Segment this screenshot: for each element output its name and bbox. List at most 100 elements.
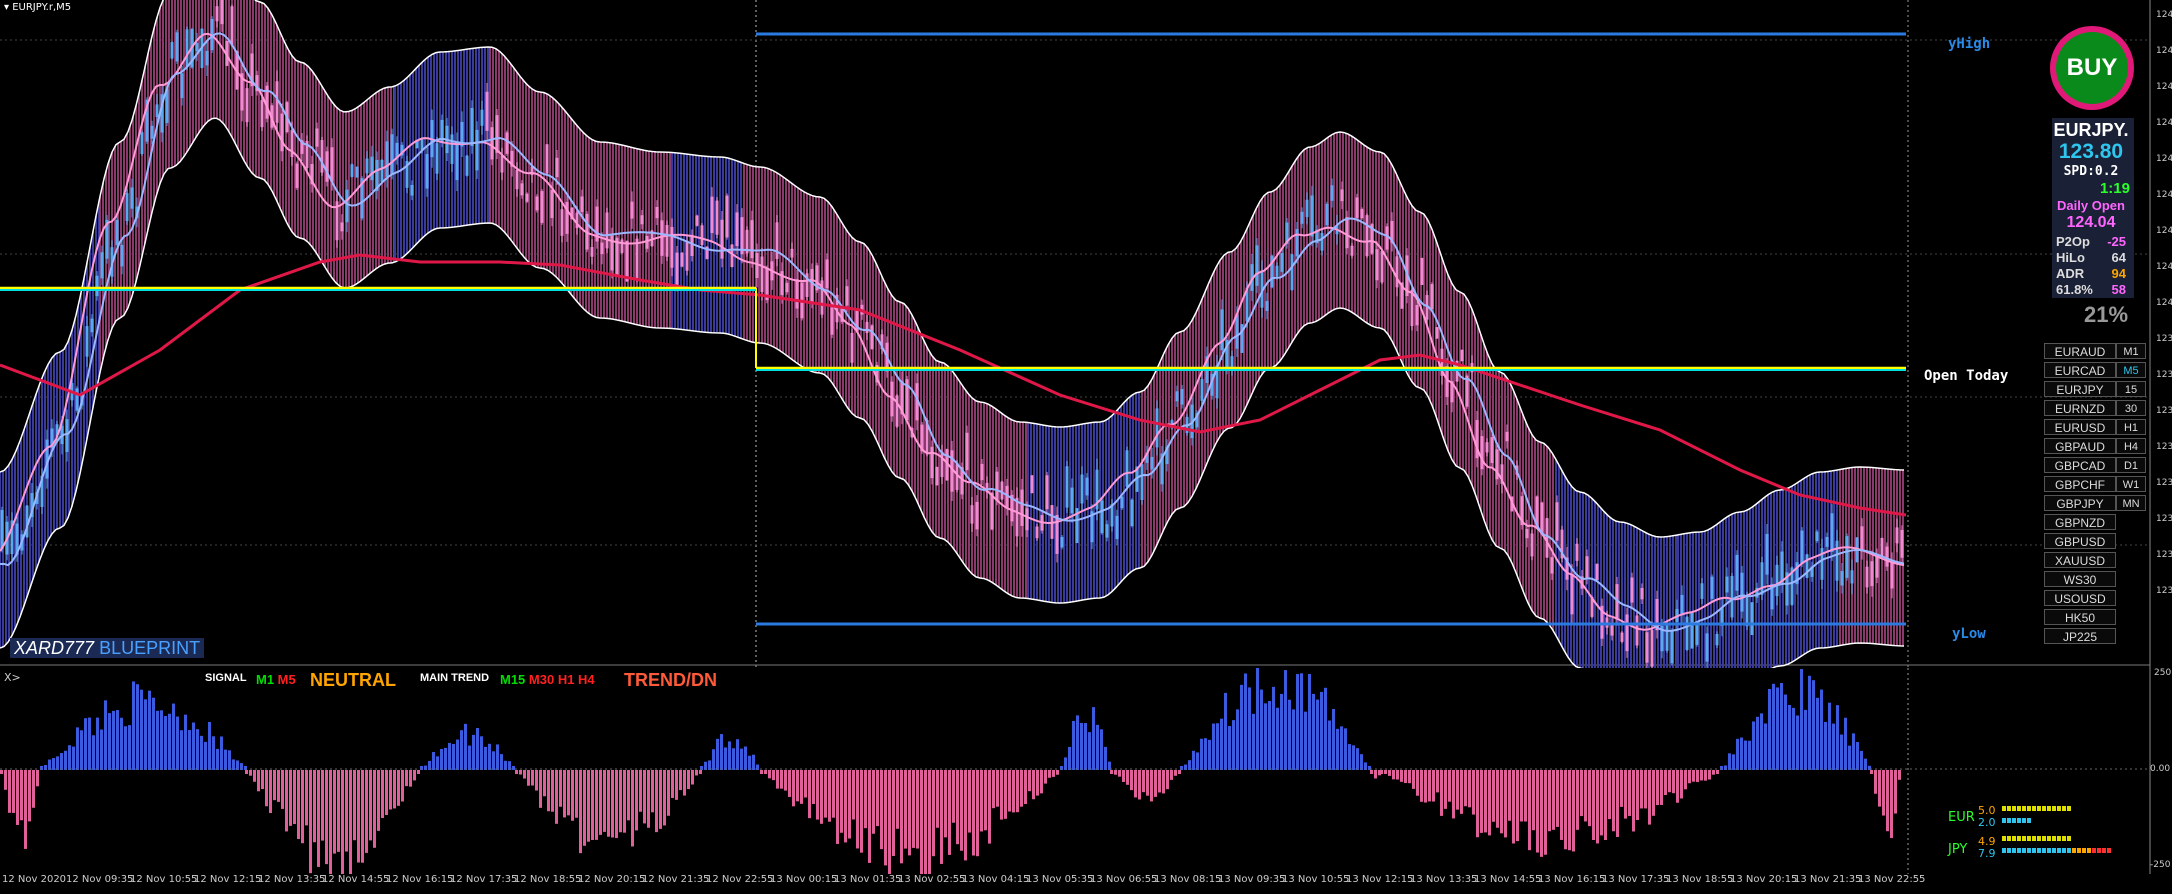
x-axis-label: 13 Nov 22:55: [1858, 874, 1926, 885]
signal-timeframes: M1 M5: [256, 672, 296, 687]
candle-body: [940, 451, 944, 478]
candle-body: [1750, 602, 1754, 636]
pair-button-hk50[interactable]: HK50: [2044, 609, 2116, 625]
timeframe-button-mn[interactable]: MN: [2116, 495, 2146, 511]
info-countdown: 1:19: [2099, 180, 2130, 197]
histogram-bar: [679, 770, 682, 791]
candle-body: [1105, 524, 1109, 538]
y-axis-label: 124.: [2156, 262, 2172, 272]
pair-button-gbpnzd[interactable]: GBPNZD: [2044, 514, 2116, 530]
histogram-bar: [1044, 770, 1047, 784]
candle-body: [1255, 245, 1259, 286]
histogram-bar: [952, 770, 955, 823]
histogram-bar: [519, 770, 522, 775]
candle-body: [1460, 349, 1464, 362]
x-axis-label: 13 Nov 04:15: [962, 874, 1030, 885]
histogram-bar: [1568, 770, 1571, 851]
histogram-bar: [345, 770, 348, 852]
histogram-bar: [1580, 770, 1583, 817]
pair-button-gbpjpy[interactable]: GBPJPY: [2044, 495, 2116, 511]
candle-body: [390, 134, 394, 174]
x-axis-label: 13 Nov 12:15: [1346, 874, 1414, 885]
candle-body: [1890, 562, 1894, 589]
candle-body: [75, 388, 79, 411]
pair-button-ws30[interactable]: WS30: [2044, 571, 2116, 587]
pair-button-eurcad[interactable]: EURCAD: [2044, 362, 2116, 378]
pair-button-eurusd[interactable]: EURUSD: [2044, 419, 2116, 435]
candle-body: [1115, 515, 1119, 540]
timeframe-button-w1[interactable]: W1: [2116, 476, 2146, 492]
timeframe-button-h4[interactable]: H4: [2116, 438, 2146, 454]
histogram-bar: [1628, 770, 1631, 816]
histogram-bar: [563, 770, 566, 818]
candle-body: [1295, 229, 1299, 257]
timeframe-button-h1[interactable]: H1: [2116, 419, 2146, 435]
chart-symbol-label[interactable]: ▾ EURJPY.r,M5: [4, 2, 71, 13]
osc-scale-zero: 0.00: [2150, 764, 2171, 774]
histogram-bar: [607, 770, 610, 837]
pair-button-gbpusd[interactable]: GBPUSD: [2044, 533, 2116, 549]
strength-cell: [2032, 848, 2036, 853]
histogram-bar: [417, 770, 420, 774]
histogram-bar: [924, 770, 927, 874]
histogram-bar: [1100, 729, 1103, 770]
histogram-bar: [148, 690, 151, 770]
histogram-bar: [4, 770, 7, 790]
histogram-bar: [132, 681, 135, 770]
timeframe-button-30[interactable]: 30: [2116, 400, 2146, 416]
pair-button-eurjpy[interactable]: EURJPY: [2044, 381, 2116, 397]
strength-cell: [2017, 818, 2021, 823]
timeframe-button-15[interactable]: 15: [2116, 381, 2146, 397]
histogram-bar: [452, 743, 455, 770]
pair-button-gbpchf[interactable]: GBPCHF: [2044, 476, 2116, 492]
histogram-bar: [1224, 692, 1227, 770]
histogram-bar: [216, 748, 219, 770]
candle-body: [715, 200, 719, 235]
buy-button[interactable]: BUY: [2050, 26, 2134, 110]
candle-body: [475, 129, 479, 171]
candle-body: [1860, 526, 1864, 552]
candle-body: [1865, 566, 1869, 588]
candle-body: [1280, 253, 1284, 272]
candle-body: [485, 91, 489, 131]
pair-button-jp225[interactable]: JP225: [2044, 628, 2116, 644]
histogram-bar: [1068, 746, 1071, 770]
histogram-bar: [1244, 673, 1247, 770]
pair-button-gbpcad[interactable]: GBPCAD: [2044, 457, 2116, 473]
timeframe-button-d1[interactable]: D1: [2116, 457, 2146, 473]
histogram-bar: [413, 770, 416, 781]
histogram-bar: [695, 770, 698, 776]
candle-body: [1120, 496, 1124, 509]
histogram-bar: [321, 770, 324, 841]
info-row-label: HiLo: [2056, 250, 2085, 265]
y-axis-label: 124.: [2156, 154, 2172, 164]
candle-body: [1625, 614, 1629, 652]
candle-body: [385, 141, 389, 177]
pair-button-usousd[interactable]: USOUSD: [2044, 590, 2116, 606]
candle-body: [1330, 185, 1334, 201]
histogram-bar: [1560, 770, 1563, 840]
histogram-bar: [1780, 683, 1783, 770]
histogram-bar: [232, 759, 235, 770]
pair-button-gbpaud[interactable]: GBPAUD: [2044, 438, 2116, 454]
pair-button-eurnzd[interactable]: EURNZD: [2044, 400, 2116, 416]
histogram-bar: [531, 770, 534, 786]
price-chart[interactable]: [0, 0, 2172, 668]
histogram-bar: [828, 770, 831, 822]
histogram-bar: [1328, 720, 1331, 770]
strength-cell: [2072, 848, 2076, 853]
x-axis-label: 13 Nov 14:55: [1474, 874, 1542, 885]
histogram-bar: [224, 749, 227, 770]
candle-body: [1365, 215, 1369, 257]
histogram-bar: [1886, 770, 1889, 832]
timeframe-button-m1[interactable]: M1: [2116, 343, 2146, 359]
candle-body: [380, 159, 384, 182]
candle-body: [170, 42, 174, 59]
strength-cell: [2042, 836, 2046, 841]
pair-button-xauusd[interactable]: XAUUSD: [2044, 552, 2116, 568]
histogram-bar: [164, 716, 167, 770]
pair-button-euraud[interactable]: EURAUD: [2044, 343, 2116, 359]
oscillator-panel[interactable]: [0, 668, 2172, 874]
timeframe-button-m5[interactable]: M5: [2116, 362, 2146, 378]
histogram-bar: [1300, 673, 1303, 770]
